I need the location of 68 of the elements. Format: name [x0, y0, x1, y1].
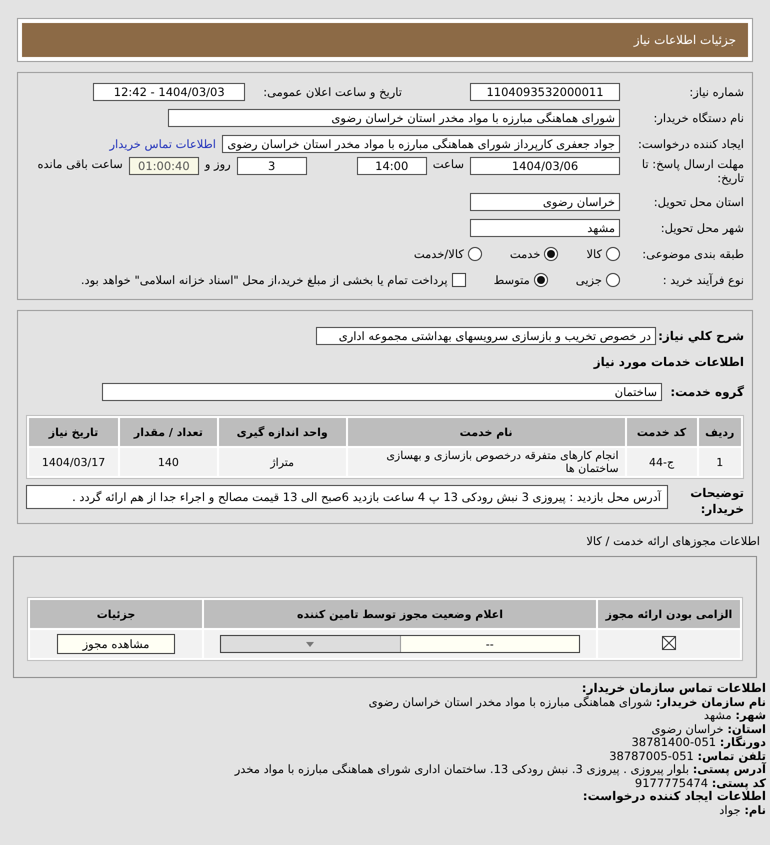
- creator-field: جواد جعفری کارپرداز شورای هماهنگی مبارزه با مواد مخدر استان خراسان رضوی: [222, 135, 620, 153]
- table-cell: 1404/03/17: [29, 448, 118, 476]
- time-field: 14:00: [356, 157, 427, 175]
- field-label: شماره نیاز:: [688, 85, 744, 99]
- field-label: نام دستگاه خریدار:: [652, 111, 744, 125]
- service-group-field: ساختمان: [102, 383, 662, 401]
- radio-button[interactable]: [544, 247, 558, 261]
- city-field: مشهد: [470, 219, 620, 237]
- radio-button[interactable]: [606, 273, 620, 287]
- option-label: کالا/خدمت: [414, 247, 464, 261]
- field-label: ساعت: [432, 157, 464, 171]
- table-cell: 1: [698, 448, 741, 476]
- radio-button[interactable]: [606, 247, 620, 261]
- contact-line: نام: جواد: [718, 804, 766, 817]
- field-label: روز و: [204, 157, 231, 171]
- option-label: کالا: [586, 247, 602, 261]
- field-label: گروه خدمت:: [669, 385, 744, 399]
- table-cell: متراژ: [218, 448, 346, 476]
- contact-line: استان: خراسان رضوی: [650, 722, 766, 736]
- field-label: شرح کلي نياز:: [662, 329, 744, 343]
- field-label: تاریخ و ساعت اعلان عمومی:: [263, 85, 402, 99]
- column-header: اعلام وضعیت مجوز توسط تامین کننده: [204, 600, 596, 628]
- need-number-field: 1104093532000011: [470, 83, 620, 101]
- days-field: 3: [236, 157, 307, 175]
- province-field: خراسان رضوی: [470, 193, 620, 211]
- announce-date-field: 1404/03/03 - 12:42: [93, 83, 246, 101]
- radio-button[interactable]: [468, 247, 482, 261]
- column-header: کد خدمت: [626, 418, 696, 446]
- checkbox[interactable]: [452, 273, 466, 287]
- column-header: واحد اندازه گیری: [218, 418, 346, 446]
- radio-button[interactable]: [534, 273, 548, 287]
- section-heading: اطلاعات خدمات مورد نیاز: [594, 355, 744, 369]
- checkbox-label: پرداخت تمام یا بخشی از مبلغ خرید،از محل "اسناد خزانه اسلامی" خواهد بود.: [80, 273, 448, 287]
- option-label: متوسط: [494, 273, 530, 287]
- contact-heading: اطلاعات ایجاد کننده درخواست:: [582, 790, 766, 804]
- table-cell: ج-44: [626, 448, 696, 476]
- table-cell: 140: [120, 448, 217, 476]
- contact-heading: اطلاعات تماس سازمان خریدار:: [580, 682, 766, 696]
- remaining-time-field: 01:00:40: [128, 157, 199, 175]
- view-license-button[interactable]: مشاهده مجوز: [57, 634, 175, 654]
- field-label: استان محل تحویل:: [652, 195, 744, 209]
- page-header: جزئیات اطلاعات نیاز: [22, 23, 748, 57]
- section-heading: اطلاعات مجوزهای ارائه خدمت / کالا: [585, 534, 760, 548]
- contact-line: آدرس پستی: بلوار پیروزی . پیروزی 3. نبش رودکی 13. ساختمان اداری شورای هماهنگی مبارزه با مواد مخدر: [233, 763, 766, 776]
- column-header: ردیف: [698, 418, 741, 446]
- option-label: جزیی: [576, 273, 602, 287]
- field-label: طبقه بندی موضوعی:: [641, 247, 744, 261]
- table-cell: انجام کارهای متفرقه درخصوص بازسازی و بهسازی ساختمان ها: [348, 448, 625, 476]
- status-dropdown[interactable]: --: [220, 635, 580, 653]
- buyer-notes-field: آدرس محل بازدید : پیروزی 3 نبش رودکی 13 پ 4 ساعت بازدید 6صبح الی 13 قیمت مصالح و اجراء جدا از هم ارائه گردد .: [26, 485, 668, 509]
- buyer-field: شورای هماهنگی مبارزه با مواد مخدر استان خراسان رضوی: [168, 109, 620, 127]
- description-field: در خصوص تخریب و بازسازی سرویسهای بهداشتی مجموعه اداری: [316, 327, 656, 345]
- date-field: 1404/03/06: [470, 157, 620, 175]
- column-header: جزئیات: [30, 600, 202, 628]
- contact-line: شهر: مشهد: [704, 709, 766, 722]
- column-header: الزامی بودن ارائه مجوز: [598, 600, 740, 628]
- field-label: ایجاد کننده درخواست:: [637, 137, 744, 151]
- column-header: نام خدمت: [348, 418, 625, 446]
- column-header: تاریخ نیاز: [29, 418, 118, 446]
- field-label: شهر محل تحویل:: [660, 221, 744, 235]
- field-label: مهلت ارسال پاسخ: تا تاریخ:: [640, 157, 744, 185]
- contact-link[interactable]: اطلاعات تماس خریدار: [109, 137, 216, 151]
- field-label: توضیحات خریدار:: [689, 485, 744, 517]
- field-label: ساعت باقی مانده: [38, 157, 123, 171]
- option-label: خدمت: [510, 247, 540, 261]
- column-header: تعداد / مقدار: [120, 418, 217, 446]
- contact-line: نام سازمان خریدار: شورای هماهنگی مبارزه با مواد مخدر استان خراسان رضوی: [368, 696, 766, 709]
- field-label: نوع فرآیند خرید :: [662, 273, 744, 287]
